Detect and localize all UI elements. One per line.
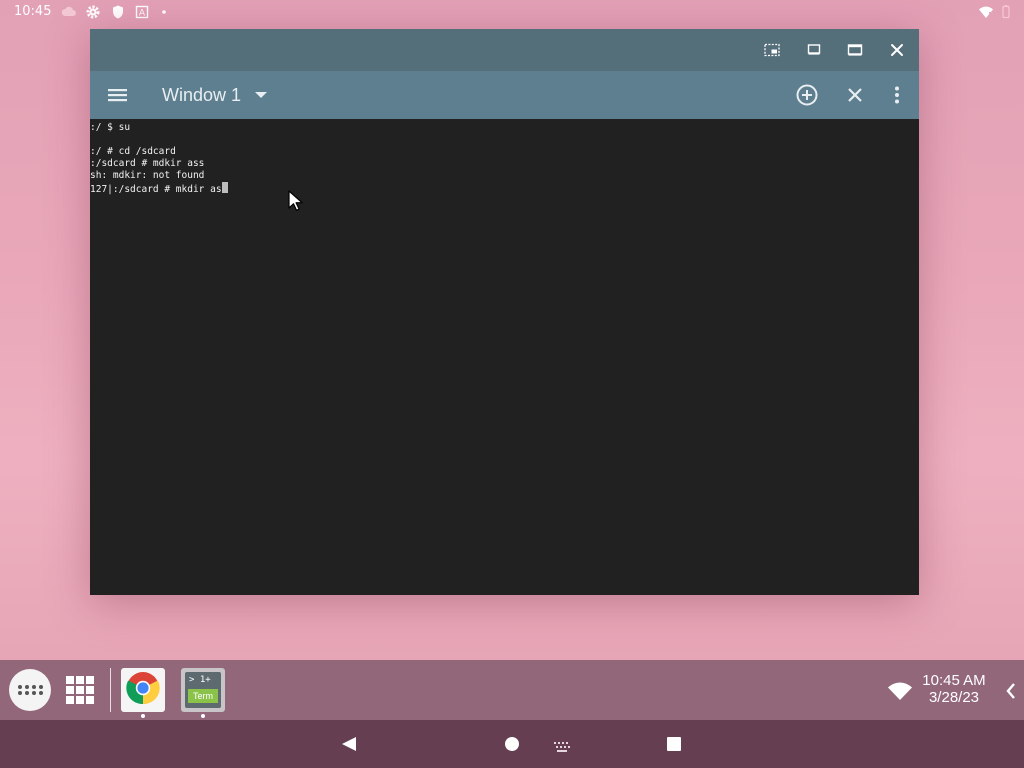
dot-icon: [156, 4, 172, 20]
add-window-icon: [795, 83, 819, 107]
svg-text:A: A: [139, 9, 146, 19]
taskbar-divider: [110, 668, 111, 712]
window-title: Window 1: [162, 84, 242, 105]
dropdown-arrow-icon: [255, 91, 268, 99]
close-window-button[interactable]: [843, 83, 867, 107]
hamburger-menu-icon: [106, 83, 130, 107]
battery-icon: [998, 4, 1014, 20]
back-button[interactable]: [341, 736, 357, 752]
text-cursor: [221, 182, 228, 193]
terminal-input-line[interactable]: 127|:/sdcard # mkdir as: [90, 182, 919, 195]
keyboard-button[interactable]: [553, 738, 571, 752]
pip-icon: [764, 43, 780, 57]
restore-button[interactable]: [802, 39, 826, 61]
mouse-pointer-icon: [288, 190, 304, 214]
keyboard-icon: [553, 738, 571, 757]
a-notification-icon: A: [134, 4, 150, 20]
home-icon: [504, 737, 520, 756]
terminal-command-text: 127|:/sdcard # mkdir as: [90, 184, 222, 195]
term-icon: > 1+ Term: [185, 672, 221, 708]
terminal-line: :/ # cd /sdcard: [90, 146, 176, 157]
shield-icon: [110, 4, 126, 20]
grid-icon: [66, 676, 94, 708]
chrome-icon: [126, 671, 160, 709]
window-selector[interactable]: Window 1: [162, 83, 268, 107]
notification-panel-button[interactable]: [1004, 682, 1018, 700]
taskbar-clock[interactable]: 10:45 AM 3/28/23: [918, 672, 990, 706]
terminal-line: :/sdcard # mdkir ass: [90, 158, 205, 169]
overflow-menu-button[interactable]: [885, 83, 909, 107]
new-window-button[interactable]: [795, 83, 819, 107]
back-icon: [341, 737, 357, 756]
maximize-button[interactable]: [843, 39, 867, 61]
menu-button[interactable]: [106, 83, 130, 107]
wifi-icon[interactable]: [888, 682, 912, 700]
app-drawer-button[interactable]: [9, 669, 51, 711]
terminal-app-bar: Window 1: [90, 71, 919, 119]
chrome-running-indicator: [141, 714, 145, 718]
status-bar: 10:45 A: [0, 0, 1024, 24]
recents-grid-button[interactable]: [66, 676, 94, 704]
pip-button[interactable]: [760, 39, 784, 61]
cloud-icon: [61, 4, 77, 20]
term-icon-label: Term: [188, 689, 218, 703]
terminal-window: Window 1 :/ $ su :/ # cd /sdcard :/sdcar…: [90, 29, 919, 595]
terminal-running-indicator: [201, 714, 205, 718]
maximize-icon: [847, 43, 863, 57]
clock-time: 10:45 AM: [922, 672, 986, 689]
terminal-line: sh: mdkir: not found: [90, 170, 205, 181]
close-icon: [890, 43, 904, 57]
term-icon-text: > 1+: [189, 675, 211, 685]
overflow-menu-icon: [885, 83, 909, 107]
terminal-app-button[interactable]: > 1+ Term: [181, 668, 225, 712]
overview-button[interactable]: [666, 736, 682, 752]
chevron-left-icon: [1004, 683, 1018, 704]
taskbar: > 1+ Term 10:45 AM 3/28/23: [0, 660, 1024, 720]
gear-icon: [85, 4, 101, 20]
app-drawer-icon: [17, 681, 43, 700]
window-close-button[interactable]: [885, 39, 909, 61]
close-window-icon: [843, 83, 867, 107]
chrome-app-button[interactable]: [121, 668, 165, 712]
clock-date: 3/28/23: [928, 689, 980, 706]
navigation-bar: [0, 720, 1024, 768]
wifi-icon: [978, 4, 994, 20]
terminal-line: :/ $ su: [90, 122, 131, 133]
restore-icon: [806, 43, 822, 57]
status-time: 10:45: [14, 4, 52, 19]
home-button[interactable]: [504, 736, 520, 752]
terminal-output[interactable]: :/ $ su :/ # cd /sdcard :/sdcard # mdkir…: [90, 119, 919, 595]
window-caption-bar[interactable]: [90, 29, 919, 71]
overview-square-icon: [666, 737, 682, 756]
